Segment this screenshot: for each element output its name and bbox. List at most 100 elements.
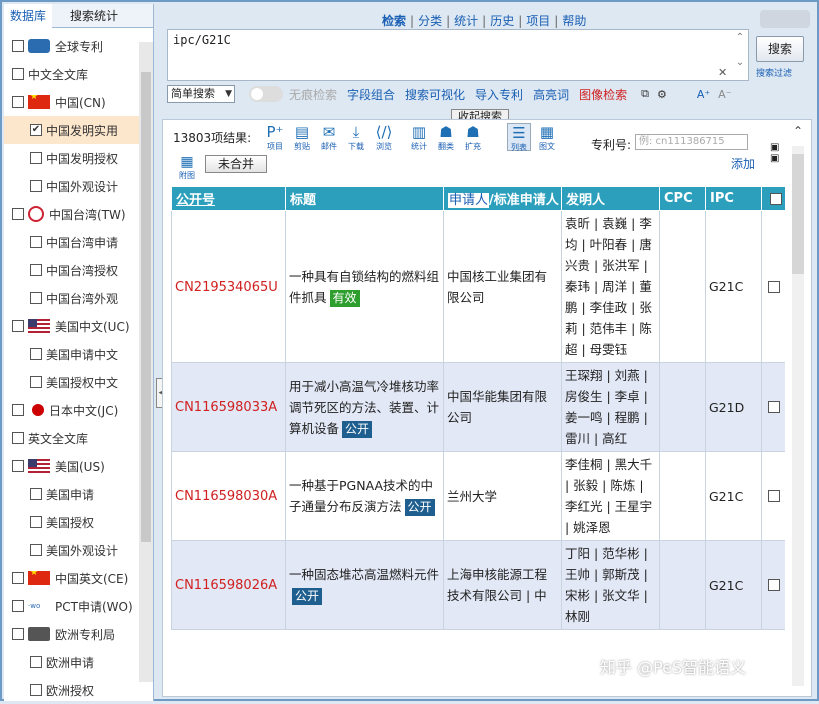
table-row[interactable]: CN116598033A 用于减小高温气冷堆核功率调节死区的方法、装置、计算机设备… [171,362,785,452]
db-checkbox[interactable] [12,600,24,612]
db-checkbox[interactable] [12,208,24,220]
pub-number-link[interactable]: CN116598026A [175,578,277,593]
db-checkbox[interactable] [12,96,24,108]
db-item[interactable]: 美国中文(UC) [4,312,139,340]
select-cell[interactable] [761,362,785,452]
mail-tool-button[interactable]: ✉ 邮件 [317,123,341,152]
db-checkbox[interactable] [12,628,24,640]
db-item[interactable]: 全球专利 [4,32,139,60]
db-item[interactable]: ·wo PCT申请(WO) [4,592,139,620]
expand-tool-button[interactable]: ☗ 扩充 [461,123,485,152]
db-checkbox[interactable] [30,152,42,164]
db-checkbox[interactable] [12,460,24,472]
select-cell[interactable] [761,210,785,363]
search-button[interactable]: 搜索 [756,36,804,62]
pub-number-link[interactable]: CN116598030A [175,489,277,504]
list-tool-button[interactable]: ☰ 列表 [507,123,531,152]
scroll-down-icon[interactable]: ⌄ [732,57,748,68]
clip-tool-button[interactable]: ▤ 剪贴 [290,123,314,152]
select-cell[interactable] [761,540,785,630]
nav-help[interactable]: 帮助 [562,14,586,28]
pub-number-cell[interactable]: CN116598026A [171,540,286,630]
db-item[interactable]: 美国申请 [4,480,139,508]
user-avatar[interactable] [760,10,810,28]
db-checkbox[interactable] [30,488,42,500]
field-combo-link[interactable]: 字段组合 [347,86,395,103]
font-decrease-icon[interactable]: A⁻ [718,88,731,101]
db-item[interactable]: 中国英文(CE) [4,564,139,592]
title-text[interactable]: 一种具有自锁结构的燃料组件抓具 [289,269,439,305]
db-item[interactable]: 中国外观设计 [4,172,139,200]
patent-number-input[interactable]: 例: cn111386715 [635,134,748,150]
db-item[interactable]: ✔ 中国发明实用 [4,116,139,144]
db-item[interactable]: 欧洲申请 [4,648,139,676]
table-row[interactable]: CN116598030A 一种基于PGNAA技术的中子通量分布反演方法 公开 兰州大学… [171,451,785,541]
db-item[interactable]: 美国外观设计 [4,536,139,564]
col-inventor[interactable]: 发明人 [561,186,660,211]
nav-history[interactable]: 历史 [490,14,514,28]
db-item[interactable]: 日本中文(JC) [4,396,139,424]
row-checkbox[interactable] [767,280,780,293]
pub-number-cell[interactable]: CN116598030A [171,451,286,541]
db-checkbox[interactable] [12,432,24,444]
merge-button[interactable]: 未合并 [205,155,267,173]
db-item[interactable]: 美国授权 [4,508,139,536]
results-scrollbar[interactable]: ⌃ [789,124,807,694]
pub-number-link[interactable]: CN219534065U [175,280,278,295]
col-select-all[interactable] [761,186,785,211]
db-item[interactable]: 中国台湾(TW) [4,200,139,228]
stats-tool-button[interactable]: ▥ 统计 [407,123,431,152]
db-checkbox[interactable] [30,264,42,276]
db-item[interactable]: 欧洲专利局 [4,620,139,648]
view-options-icon[interactable]: ▣ ▣ [770,142,782,164]
db-checkbox[interactable] [30,516,42,528]
db-checkbox[interactable] [30,348,42,360]
settings-icon[interactable]: ⚙ [657,88,667,101]
grid-tool-button[interactable]: ▦ 图文 [535,123,559,152]
col-ipc[interactable]: IPC [705,186,762,211]
query-input[interactable]: ipc/G21C [167,29,749,81]
nav-stats[interactable]: 统计 [454,14,478,28]
highlight-link[interactable]: 高亮词 [533,86,569,103]
search-filter-link[interactable]: 搜索过滤 [756,66,792,79]
search-visual-link[interactable]: 搜索可视化 [405,86,465,103]
attach-drawings-button[interactable]: ▦ 附图 [177,154,197,181]
db-checkbox[interactable] [30,684,42,696]
image-search-link[interactable]: 图像检索 [579,86,627,103]
applicant-label[interactable]: 申请人 [448,193,490,208]
db-item[interactable]: 美国申请中文 [4,340,139,368]
tab-database[interactable]: 数据库 [4,4,53,28]
pub-number-cell[interactable]: CN116598033A [171,362,286,452]
browse-tool-button[interactable]: ⟨/⟩ 浏览 [372,123,396,152]
row-checkbox[interactable] [767,490,780,502]
copy-icon[interactable]: ⧉ [641,87,649,101]
db-item[interactable]: 美国授权中文 [4,368,139,396]
download-tool-button[interactable]: ⤓ 下载 [344,123,368,152]
incognito-toggle[interactable] [249,86,283,102]
col-applicant[interactable]: 申请人/标准申请人 [443,186,562,211]
db-item[interactable]: 中文全文库 [4,60,139,88]
tab-search-stats[interactable]: 搜索统计 [64,4,124,28]
font-increase-icon[interactable]: A⁺ [697,88,710,101]
select-all-checkbox[interactable] [769,192,782,205]
left-scrollbar[interactable] [139,42,153,682]
db-checkbox[interactable] [12,572,24,584]
nav-search[interactable]: 检索 [382,14,406,28]
import-patent-link[interactable]: 导入专利 [475,86,523,103]
table-row[interactable]: CN116598026A 一种固态堆芯高温燃料元件公开 上海申核能源工程技术有限公司… [171,540,785,630]
std-applicant-label[interactable]: /标准申请人 [489,193,559,208]
scroll-thumb[interactable] [792,154,804,274]
select-cell[interactable] [761,451,785,541]
clear-query-icon[interactable]: ✕ [718,66,727,79]
db-item[interactable]: 中国台湾授权 [4,256,139,284]
left-scrollbar-thumb[interactable] [141,72,151,542]
db-item[interactable]: 中国台湾申请 [4,228,139,256]
db-checkbox[interactable] [12,40,24,52]
scroll-up-icon[interactable]: ⌃ [789,124,807,142]
col-pub-number[interactable]: 公开号 [171,186,286,211]
scroll-up-icon[interactable]: ⌃ [732,32,748,43]
add-button[interactable]: 添加 [731,155,755,172]
db-checkbox[interactable] [12,404,24,416]
db-checkbox[interactable] [30,236,42,248]
nav-project[interactable]: 项目 [526,14,550,28]
